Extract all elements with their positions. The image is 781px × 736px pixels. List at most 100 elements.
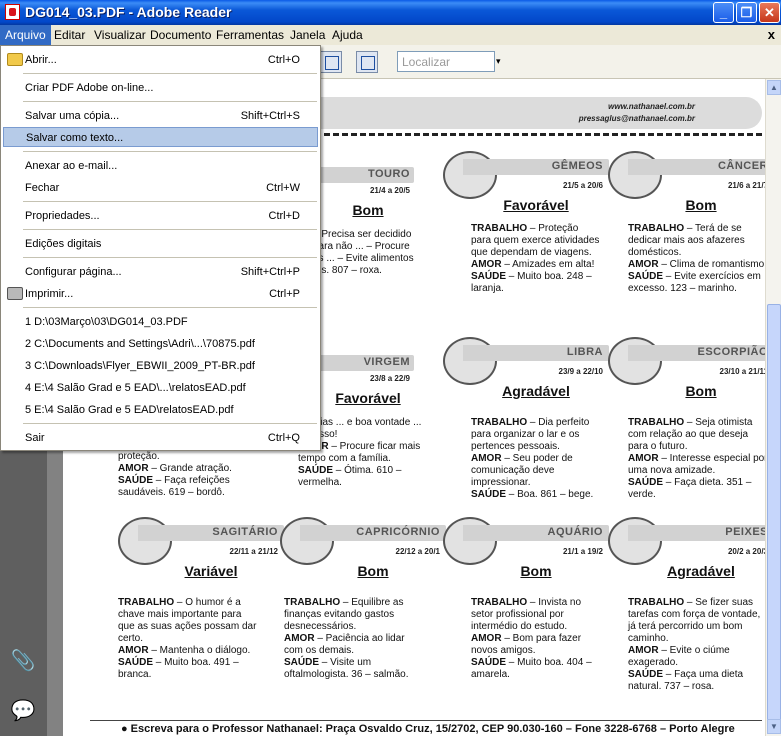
close-document-icon[interactable]: x bbox=[768, 27, 775, 42]
comment-icon[interactable]: 💬 bbox=[10, 699, 36, 723]
menu-item-print[interactable]: Imprimir... Ctrl+P bbox=[3, 284, 318, 304]
menu-item-recent-2[interactable]: 2 C:\Documents and Settings\Adri\...\708… bbox=[3, 334, 318, 354]
label-amor: AMOR bbox=[628, 259, 659, 270]
menu-documento[interactable]: Documento bbox=[145, 25, 216, 45]
sign-dates: 21/6 a 21/7 bbox=[727, 181, 765, 190]
menu-item-label: 3 C:\Downloads\Flyer_EBWII_2009_PT-BR.pd… bbox=[25, 360, 255, 372]
minimize-button[interactable]: _ bbox=[713, 2, 734, 23]
menu-item-label: Fechar bbox=[25, 182, 60, 194]
sign-dates: 21/4 a 20/5 bbox=[369, 186, 410, 195]
sign-dates: 21/1 a 19/2 bbox=[562, 547, 603, 556]
sign-libra: LIBRA 23/9 a 22/10 Agradável TRABALHO – … bbox=[443, 337, 609, 517]
sign-cancer: CÂNCER 21/6 a 21/7 Bom TRABALHO – Terá d… bbox=[608, 151, 765, 331]
sign-aquario: AQUÁRIO 21/1 a 19/2 Bom TRABALHO – Invis… bbox=[443, 517, 609, 697]
menu-item-properties[interactable]: Propriedades... Ctrl+D bbox=[3, 206, 318, 226]
sign-sagitario: SAGITÁRIO 22/11 a 21/12 Variável TRABALH… bbox=[118, 517, 284, 697]
sign-text: proteção. AMOR – Grande atração. SAÚDE –… bbox=[118, 451, 258, 499]
label-amor: AMOR bbox=[118, 645, 149, 656]
menu-item-label: Configurar página... bbox=[25, 266, 122, 278]
printer-icon bbox=[7, 287, 23, 300]
label-saude: SAÚDE bbox=[284, 657, 320, 668]
close-window-button[interactable]: ✕ bbox=[759, 2, 780, 23]
menu-item-open[interactable]: Abrir... Ctrl+O bbox=[3, 50, 318, 70]
file-menu: Abrir... Ctrl+O Criar PDF Adobe on-line.… bbox=[0, 45, 321, 451]
menu-separator bbox=[23, 101, 317, 102]
sign-escorpiao: ESCORPIÃO 23/10 a 21/11 Bom TRABALHO – S… bbox=[608, 337, 765, 517]
sign-forecast: Bom bbox=[357, 563, 389, 579]
menu-item-recent-3[interactable]: 3 C:\Downloads\Flyer_EBWII_2009_PT-BR.pd… bbox=[3, 356, 318, 376]
menu-item-create-pdf[interactable]: Criar PDF Adobe on-line... bbox=[3, 78, 318, 98]
menu-item-label: Propriedades... bbox=[25, 210, 100, 222]
scroll-down-icon[interactable]: ▼ bbox=[767, 719, 781, 734]
sign-text: TRABALHO – Terá de se dedicar mais aos a… bbox=[628, 223, 765, 295]
menu-item-recent-4[interactable]: 4 E:\4 Salão Grad e 5 EAD\...\relatosEAD… bbox=[3, 378, 318, 398]
sign-forecast: Favorável bbox=[503, 197, 569, 213]
site-info: www.nathanael.com.br pressaglus@nathanae… bbox=[579, 101, 695, 125]
sign-aries-tail: proteção. AMOR – Grande atração. SAÚDE –… bbox=[118, 451, 258, 501]
sign-name: ESCORPIÃO bbox=[697, 346, 765, 358]
menu-item-exit[interactable]: Sair Ctrl+Q bbox=[3, 428, 318, 448]
sign-text: TRABALHO – Invista no setor profissional… bbox=[471, 597, 601, 681]
fit-page-icon[interactable] bbox=[356, 51, 378, 73]
scroll-up-icon[interactable]: ▲ bbox=[767, 80, 781, 95]
menu-item-label: 2 C:\Documents and Settings\Adri\...\708… bbox=[25, 338, 255, 350]
menu-item-save-copy[interactable]: Salvar uma cópia... Shift+Ctrl+S bbox=[3, 106, 318, 126]
vertical-scrollbar[interactable]: ▲ ▼ bbox=[765, 79, 781, 736]
menu-item-attach-email[interactable]: Anexar ao e-mail... bbox=[3, 156, 318, 176]
label-saude: SAÚDE bbox=[298, 465, 334, 476]
menu-arquivo[interactable]: Arquivo bbox=[0, 25, 51, 45]
label-trabalho: TRABALHO bbox=[471, 597, 528, 608]
search-input[interactable]: Localizar bbox=[397, 51, 495, 72]
label-saude: SAÚDE bbox=[118, 475, 154, 486]
restore-button[interactable]: ❐ bbox=[736, 2, 757, 23]
label-saude: SAÚDE bbox=[471, 271, 507, 282]
menu-item-label: Salvar como texto... bbox=[26, 132, 124, 144]
menu-item-save-as-text[interactable]: Salvar como texto... bbox=[3, 127, 318, 147]
sign-dates: 23/10 a 21/11 bbox=[719, 367, 766, 376]
sign-text: TRABALHO – Equilibre as finanças evitand… bbox=[284, 597, 424, 681]
attachment-icon[interactable]: 📎 bbox=[10, 649, 36, 673]
menu-separator bbox=[23, 307, 317, 308]
sign-dates: 22/12 a 20/1 bbox=[395, 547, 440, 556]
sign-name: TOURO bbox=[367, 168, 410, 180]
sign-name: AQUÁRIO bbox=[547, 526, 603, 538]
menu-item-page-setup[interactable]: Configurar página... Shift+Ctrl+P bbox=[3, 262, 318, 282]
sign-forecast: Variável bbox=[184, 563, 238, 579]
menu-editar[interactable]: Editar bbox=[49, 25, 90, 45]
text-amor: – Grande atração. bbox=[151, 463, 232, 474]
menu-visualizar[interactable]: Visualizar bbox=[89, 25, 151, 45]
menu-item-label: Imprimir... bbox=[25, 288, 74, 300]
menu-item-digital-editions[interactable]: Edições digitais bbox=[3, 234, 318, 254]
sign-dates: 23/8 a 22/9 bbox=[369, 374, 410, 383]
label-trabalho: TRABALHO bbox=[118, 597, 175, 608]
menu-item-recent-1[interactable]: 1 D:\03Março\03\DG014_03.PDF bbox=[3, 312, 318, 332]
sign-dates: 23/9 a 22/10 bbox=[558, 367, 603, 376]
menu-item-label: 4 E:\4 Salão Grad e 5 EAD\...\relatosEAD… bbox=[25, 382, 246, 394]
window-title: DG014_03.PDF - Adobe Reader bbox=[25, 4, 232, 20]
label-trabalho: TRABALHO bbox=[628, 223, 685, 234]
sign-forecast: Agradável bbox=[502, 383, 570, 399]
fit-width-icon[interactable] bbox=[320, 51, 342, 73]
menu-janela[interactable]: Janela bbox=[285, 25, 330, 45]
menu-item-close[interactable]: Fechar Ctrl+W bbox=[3, 178, 318, 198]
menu-item-recent-5[interactable]: 5 E:\4 Salão Grad e 5 EAD\relatosEAD.pdf bbox=[3, 400, 318, 420]
scroll-thumb[interactable] bbox=[767, 304, 781, 734]
label-saude: SAÚDE bbox=[628, 271, 664, 282]
menu-item-label: 5 E:\4 Salão Grad e 5 EAD\relatosEAD.pdf bbox=[25, 404, 234, 416]
menu-separator bbox=[23, 423, 317, 424]
menu-item-shortcut: Ctrl+P bbox=[269, 288, 300, 300]
sign-name: SAGITÁRIO bbox=[212, 526, 278, 538]
folder-open-icon bbox=[7, 53, 23, 66]
label-trabalho: TRABALHO bbox=[628, 597, 685, 608]
menu-ferramentas[interactable]: Ferramentas bbox=[211, 25, 289, 45]
sign-text: TRABALHO – O humor é a chave mais import… bbox=[118, 597, 258, 681]
sign-name: LIBRA bbox=[566, 346, 603, 358]
menu-ajuda[interactable]: Ajuda bbox=[327, 25, 368, 45]
sign-name: CAPRICÓRNIO bbox=[356, 526, 440, 538]
sign-name: CÂNCER bbox=[717, 160, 765, 172]
menu-item-shortcut: Ctrl+D bbox=[268, 210, 300, 222]
menu-item-label: Anexar ao e-mail... bbox=[25, 160, 118, 172]
search-dropdown-icon[interactable]: ▾ bbox=[496, 56, 501, 67]
sign-forecast: Bom bbox=[685, 197, 717, 213]
label-trabalho: TRABALHO bbox=[471, 223, 528, 234]
